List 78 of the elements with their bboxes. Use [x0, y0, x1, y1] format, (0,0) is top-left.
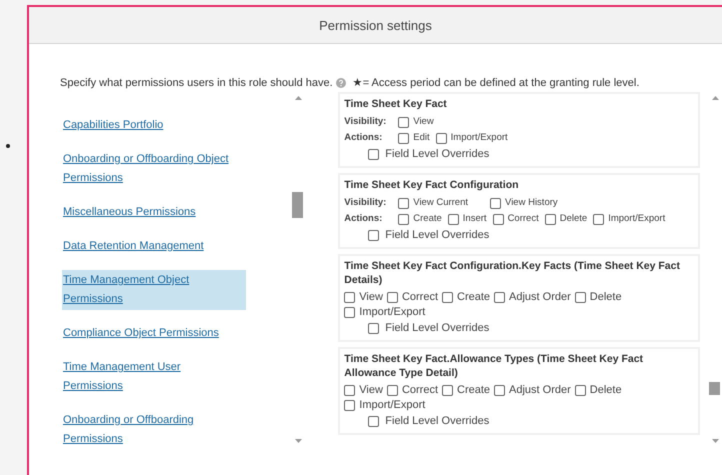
checkbox[interactable] — [368, 416, 380, 427]
option-label: Import/Export — [359, 305, 426, 320]
checkbox[interactable] — [492, 214, 504, 224]
checkbox[interactable] — [442, 292, 453, 303]
option-label: Field Level Overrides — [385, 147, 490, 162]
category-link[interactable]: Time Management User Permissions — [62, 357, 246, 397]
option-label: Import/Export — [450, 131, 508, 145]
legend-text: ★= Access period can be defined at the granting rule level. — [352, 76, 640, 89]
option-label: Adjust Order — [509, 383, 571, 398]
card-title: Time Sheet Key Fact Configuration — [344, 178, 520, 192]
checkbox[interactable] — [442, 385, 453, 396]
option-label: View History — [505, 196, 558, 210]
card-title: Time Sheet Key Fact.Allowance Types (Time Sheet Key Fact Allowance Type Detail) — [344, 352, 644, 380]
checkbox[interactable] — [386, 292, 398, 303]
category-link[interactable]: Miscellaneous Permissions — [62, 202, 246, 223]
option-label: Adjust Order — [509, 290, 571, 305]
category-link[interactable]: Time Management Object Permissions — [62, 270, 246, 310]
option-label: View — [413, 115, 434, 129]
scroll-up-icon[interactable] — [712, 96, 718, 100]
checkbox[interactable] — [344, 385, 356, 396]
category-link[interactable]: Capabilities Portfolio — [62, 115, 246, 136]
option-label: Delete — [590, 383, 622, 398]
checkbox[interactable] — [344, 292, 356, 303]
checkbox[interactable] — [574, 385, 586, 396]
checkbox[interactable] — [344, 307, 356, 318]
option-label: Import/Export — [359, 398, 426, 413]
category-link[interactable]: Compliance Object Permissions — [62, 323, 246, 344]
scroll-down-icon[interactable] — [294, 439, 302, 443]
description-text: Specify what permissions users in this role should have. — [60, 76, 333, 88]
checkbox[interactable] — [544, 214, 556, 224]
group-label: Actions: — [344, 212, 384, 226]
option-label: Insert — [462, 212, 487, 226]
option-label: Create — [457, 290, 490, 305]
group-label: Visibility: — [344, 115, 388, 129]
scrollbar-thumb[interactable] — [709, 382, 720, 395]
checkbox[interactable] — [574, 292, 586, 303]
checkbox[interactable] — [368, 323, 380, 334]
option-label: Correct — [402, 290, 438, 305]
checkbox[interactable] — [368, 149, 380, 160]
card-title: Time Sheet Key Fact — [344, 97, 448, 111]
dialog-title: Permission settings — [319, 18, 432, 32]
option-label: View — [359, 383, 383, 398]
option-label: Field Level Overrides — [385, 414, 490, 429]
checkbox[interactable] — [448, 214, 459, 224]
bullet-icon — [6, 144, 10, 148]
checkbox[interactable] — [398, 198, 410, 208]
scrollbar-thumb[interactable] — [292, 192, 304, 218]
checkbox[interactable] — [494, 292, 506, 303]
option-label: Edit — [413, 131, 430, 145]
checkbox[interactable] — [344, 400, 356, 411]
option-label: View Current — [413, 196, 468, 210]
option-label: Correct — [402, 383, 438, 398]
option-label: Create — [413, 212, 442, 226]
checkbox[interactable] — [490, 198, 502, 208]
checkbox[interactable] — [398, 132, 410, 144]
checkbox[interactable] — [386, 385, 398, 396]
option-label: Correct — [508, 212, 539, 226]
card-title: Time Sheet Key Fact Configuration.Key Facts (Time Sheet Key Fact Details) — [344, 259, 681, 287]
option-label: Delete — [590, 290, 622, 305]
option-label: Field Level Overrides — [385, 321, 490, 336]
group-label: Visibility: — [344, 196, 388, 210]
scroll-down-icon[interactable] — [712, 439, 718, 443]
scroll-up-icon[interactable] — [294, 96, 302, 100]
checkbox[interactable] — [593, 214, 604, 224]
option-label: View — [359, 290, 383, 305]
checkbox[interactable] — [398, 214, 410, 224]
option-label: Import/Export — [608, 212, 666, 226]
option-label: Field Level Overrides — [385, 228, 490, 243]
checkbox[interactable] — [398, 116, 410, 128]
category-link[interactable]: Onboarding or Offboarding Object Permissions — [62, 149, 246, 189]
category-link[interactable]: Onboarding or Offboarding Permissions — [62, 410, 246, 447]
checkbox[interactable] — [368, 230, 380, 241]
option-label: Delete — [560, 212, 588, 226]
checkbox[interactable] — [436, 132, 447, 144]
checkbox[interactable] — [494, 385, 506, 396]
category-link[interactable]: Data Retention Management — [62, 236, 246, 257]
option-label: Create — [457, 383, 490, 398]
group-label: Actions: — [344, 131, 384, 145]
